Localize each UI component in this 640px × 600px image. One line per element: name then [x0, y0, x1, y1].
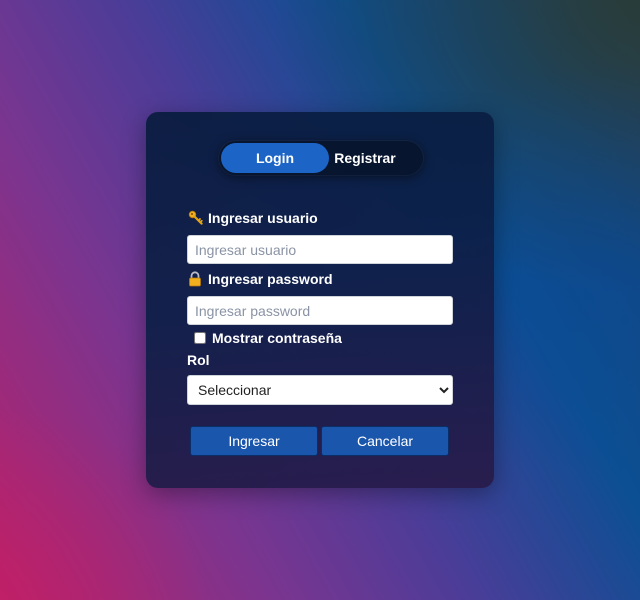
- password-label: Ingresar password: [188, 271, 333, 287]
- password-input[interactable]: [187, 296, 453, 325]
- tab-login[interactable]: Login: [221, 143, 329, 173]
- lock-icon: [188, 271, 204, 287]
- show-password-option[interactable]: Mostrar contraseña: [194, 330, 342, 346]
- show-password-label: Mostrar contraseña: [212, 330, 342, 346]
- login-card: Registrar Login Ingresar usuario Ingresa…: [146, 112, 494, 488]
- role-label: Rol: [187, 352, 210, 368]
- username-label-text: Ingresar usuario: [208, 210, 318, 226]
- role-select[interactable]: Seleccionar: [187, 375, 453, 405]
- show-password-checkbox[interactable]: [194, 332, 206, 344]
- cancel-button[interactable]: Cancelar: [321, 426, 449, 456]
- username-label: Ingresar usuario: [188, 210, 318, 226]
- username-input[interactable]: [187, 235, 453, 264]
- auth-tab-switch: Registrar Login: [219, 141, 423, 175]
- key-icon: [188, 210, 204, 226]
- password-label-text: Ingresar password: [208, 271, 333, 287]
- login-button[interactable]: Ingresar: [190, 426, 318, 456]
